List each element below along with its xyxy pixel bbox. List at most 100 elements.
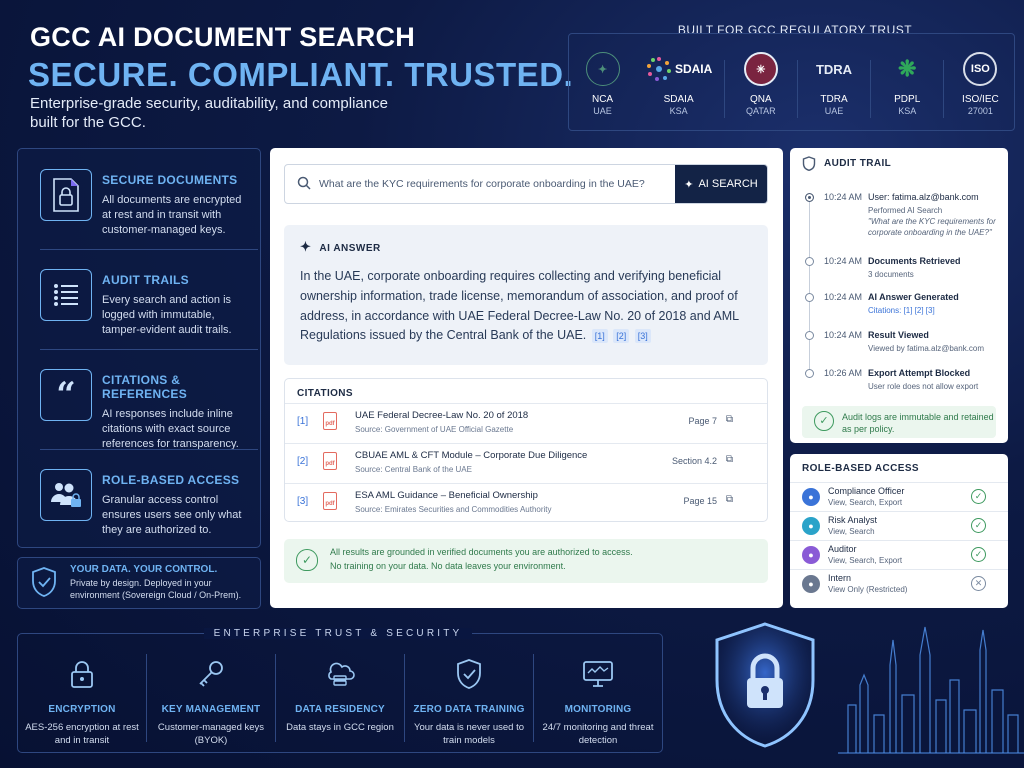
tile-title: DATA RESIDENCY [295,704,385,715]
event-time: 10:24 AM [824,256,863,266]
pdf-icon: pdf [323,412,337,430]
badge-divider [943,60,945,118]
badge-sub: UAE [593,106,612,116]
feature-citations: “ CITATIONS & REFERENCES AI responses in… [18,353,262,450]
citation-row[interactable]: [3] pdf ESA AML Guidance – Beneficial Ow… [285,483,767,523]
enterprise-trust-panel: ENCRYPTION AES-256 encryption at rest an… [17,633,663,753]
event-detail: Performed AI Search "What are the KYC re… [868,206,1003,238]
badge-divider [796,60,798,118]
ai-search-button[interactable]: ✦ AI SEARCH [675,165,767,203]
allowed-check-icon: ✓ [971,547,986,562]
user-avatar-icon: ● [802,546,820,564]
tile-encryption: ENCRYPTION AES-256 encryption at rest an… [18,634,146,752]
tile-desc: Customer-managed keys (BYOK) [157,722,265,747]
audit-shield-icon [802,156,816,174]
event-detail: Viewed by fatima.alz@bank.com [868,344,985,353]
enterprise-heading-text: ENTERPRISE TRUST & SECURITY [203,628,473,639]
badge-sub: 27001 [967,106,993,116]
key-icon [193,656,229,692]
denied-x-icon: ✕ [971,576,986,591]
citation-title[interactable]: ESA AML Guidance – Beneficial Ownership [355,490,538,501]
external-link-icon[interactable]: ⧉ [726,414,733,425]
external-link-icon[interactable]: ⧉ [726,454,733,465]
monitor-icon [580,656,616,692]
feature-desc: All documents are encrypted at rest and … [102,194,242,236]
hero-subtitle: SECURE. COMPLIANT. TRUSTED. [28,56,574,93]
citation-page: Page 15 [683,496,717,506]
event-title: Export Attempt Blocked [868,368,971,378]
citation-title[interactable]: CBUAE AML & CFT Module – Corporate Due D… [355,450,587,461]
grounded-line-1: All results are grounded in verified doc… [330,547,633,557]
event-time: 10:24 AM [824,292,863,302]
feature-secure-documents: SECURE DOCUMENTS All documents are encry… [18,153,262,248]
tile-key-management: KEY MANAGEMENT Customer-managed keys (BY… [147,634,275,752]
event-detail: User role does not allow export [868,382,979,391]
role-row: ● Risk Analyst View, Search ✓ [790,511,1008,540]
badge-pdpl: ❋ PDPL KSA [876,52,938,116]
timeline-line [809,194,810,376]
citation-row[interactable]: [1] pdf UAE Federal Decree-Law No. 20 of… [285,403,767,443]
feature-title: AUDIT TRAILS [102,273,189,287]
feature-role-access: ROLE-BASED ACCESS Granular access contro… [18,453,262,548]
qna-logo-icon: ✳ [743,52,778,86]
role-name: Risk Analyst [828,515,878,525]
control-desc: Private by design. Deployed in your envi… [70,578,242,601]
users-lock-icon [40,469,92,521]
tile-desc: Your data is never used to train models [413,722,525,747]
citation-page: Page 7 [688,416,717,426]
badge-sub: QATAR [745,106,776,116]
grounded-line-2: No training on your data. No data leaves… [330,560,566,571]
citation-row[interactable]: [2] pdf CBUAE AML & CFT Module – Corpora… [285,443,767,483]
external-link-icon[interactable]: ⧉ [726,494,733,505]
citation-title[interactable]: UAE Federal Decree-Law No. 20 of 2018 [355,410,528,421]
trust-badges: ✦ NCA UAE SDAIA SDAIA KSA ✳ QNA QATAR TD… [568,33,1015,131]
tile-title: KEY MANAGEMENT [161,704,261,715]
pdf-icon: pdf [323,452,337,470]
city-skyline-icon [838,626,1024,754]
tile-title: ZERO DATA TRAINING [413,704,525,715]
grounded-notice: ✓ All results are grounded in verified d… [284,539,768,583]
audit-list-icon [40,269,92,321]
badge-divider [723,60,725,118]
citation-page: Section 4.2 [671,456,717,466]
feature-desc: Granular access control ensures users se… [102,494,242,536]
badge-qna: ✳ QNA QATAR [730,52,792,116]
citation-ref-1[interactable]: [1] [591,329,608,344]
iso-logo-icon: ISO [963,52,998,86]
feature-divider [40,249,258,250]
role-row: ● Intern View Only (Restricted) ✕ [790,569,1008,598]
citation-number: [1] [297,416,309,427]
search-input[interactable] [311,178,675,190]
badge-sub: UAE [824,106,844,116]
search-card: ✦ AI SEARCH ✦ AI ANSWER In the UAE, corpo… [270,148,783,608]
search-bar: ✦ AI SEARCH [284,164,768,204]
feature-desc: AI responses include inline citations wi… [102,408,239,450]
citation-source: Source: Government of UAE Official Gazet… [355,425,514,434]
ai-answer-title: AI ANSWER [319,243,381,254]
tile-desc: Data stays in GCC region [286,722,394,733]
allowed-check-icon: ✓ [971,518,986,533]
tile-desc: 24/7 monitoring and threat detection [542,722,654,747]
event-time: 10:24 AM [824,192,863,202]
role-permissions: View, Search [828,527,875,536]
role-row: ● Compliance Officer View, Search, Expor… [790,482,1008,511]
badge-sub: KSA [898,106,917,116]
pdf-icon: pdf [323,492,337,510]
badge-name: NCA [591,94,614,105]
badge-sub: KSA [669,106,688,116]
citation-number: [3] [297,496,309,507]
search-icon [297,176,311,193]
feature-title: SECURE DOCUMENTS [102,173,238,187]
timeline-dot [805,257,814,266]
role-name: Auditor [828,544,857,554]
citation-ref-3[interactable]: [3] [634,329,651,344]
role-access-heading: ROLE-BASED ACCESS [802,463,919,474]
citation-source: Source: Central Bank of the UAE [355,465,472,474]
feature-title: ROLE-BASED ACCESS [102,473,240,487]
event-detail: Citations: [1] [2] [3] [868,306,935,315]
event-title: Result Viewed [868,330,929,340]
user-avatar-icon: ● [802,517,820,535]
citation-ref-2[interactable]: [2] [613,329,630,344]
role-permissions: View, Search, Export [828,556,903,565]
role-name: Intern [828,573,852,583]
